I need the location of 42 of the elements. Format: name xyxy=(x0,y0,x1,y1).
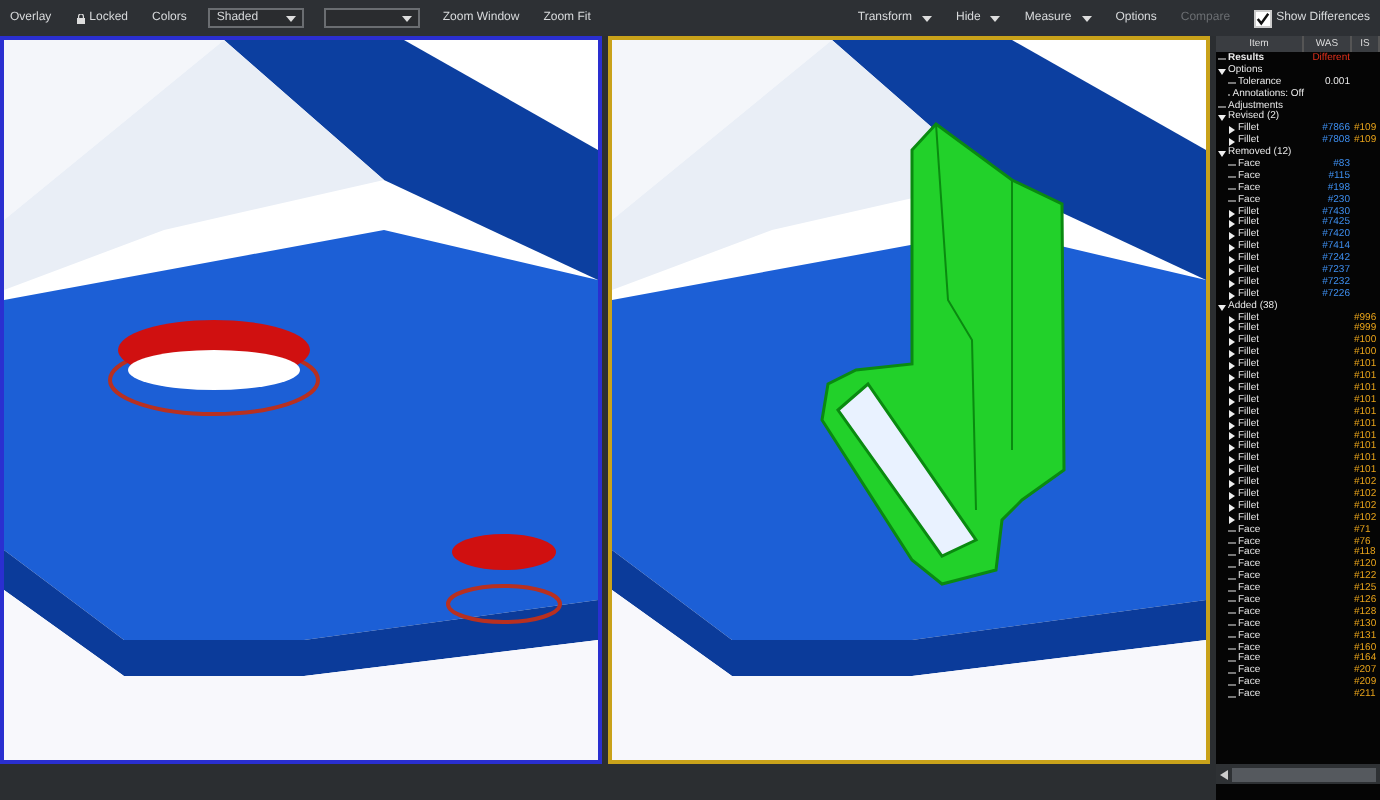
expand-icon[interactable] xyxy=(1228,397,1236,406)
expand-icon[interactable] xyxy=(1228,503,1236,512)
expand-icon[interactable] xyxy=(1228,444,1236,453)
caret-icon xyxy=(922,15,933,21)
expand-icon[interactable] xyxy=(1228,244,1236,253)
expand-icon[interactable] xyxy=(1228,385,1236,394)
scroll-left-icon[interactable] xyxy=(1220,769,1228,779)
expand-icon[interactable] xyxy=(1228,480,1236,489)
expand-icon[interactable] xyxy=(1228,267,1236,276)
expand-icon[interactable] xyxy=(1228,421,1236,430)
expand-icon[interactable] xyxy=(1228,232,1236,241)
caret-icon xyxy=(1081,15,1092,21)
expand-icon[interactable] xyxy=(1228,209,1236,218)
expand-icon[interactable] xyxy=(1228,515,1236,524)
expand-icon[interactable] xyxy=(1228,256,1236,265)
lock-icon xyxy=(75,13,86,23)
select-field[interactable] xyxy=(324,8,421,28)
expand-icon[interactable] xyxy=(1228,409,1236,418)
expand-icon[interactable] xyxy=(1228,279,1236,288)
expand-icon[interactable] xyxy=(1228,374,1236,382)
expand-icon[interactable] xyxy=(1228,138,1236,147)
collapse-icon[interactable] xyxy=(1218,303,1226,312)
expand-icon[interactable] xyxy=(1228,291,1236,300)
expand-icon[interactable] xyxy=(1228,338,1236,347)
expand-icon[interactable] xyxy=(1228,456,1236,465)
expand-icon[interactable] xyxy=(1228,468,1236,477)
collapse-icon[interactable] xyxy=(1218,67,1226,76)
expand-icon[interactable] xyxy=(1228,491,1236,500)
expand-icon[interactable] xyxy=(1228,126,1236,135)
collapse-icon[interactable] xyxy=(1218,150,1226,159)
expand-icon[interactable] xyxy=(1228,432,1236,441)
expand-icon[interactable] xyxy=(1228,315,1236,324)
caret-icon xyxy=(286,15,297,21)
expand-icon[interactable] xyxy=(1228,350,1236,359)
caret-icon xyxy=(990,15,1001,21)
expand-icon[interactable] xyxy=(1228,326,1236,335)
caret-icon xyxy=(402,15,413,21)
expand-icon[interactable] xyxy=(1228,220,1236,229)
collapse-icon[interactable] xyxy=(1218,114,1226,123)
horizontal-scrollbar[interactable] xyxy=(1216,764,1380,784)
expand-icon[interactable] xyxy=(1228,362,1236,371)
checkbox-icon xyxy=(1254,9,1273,27)
